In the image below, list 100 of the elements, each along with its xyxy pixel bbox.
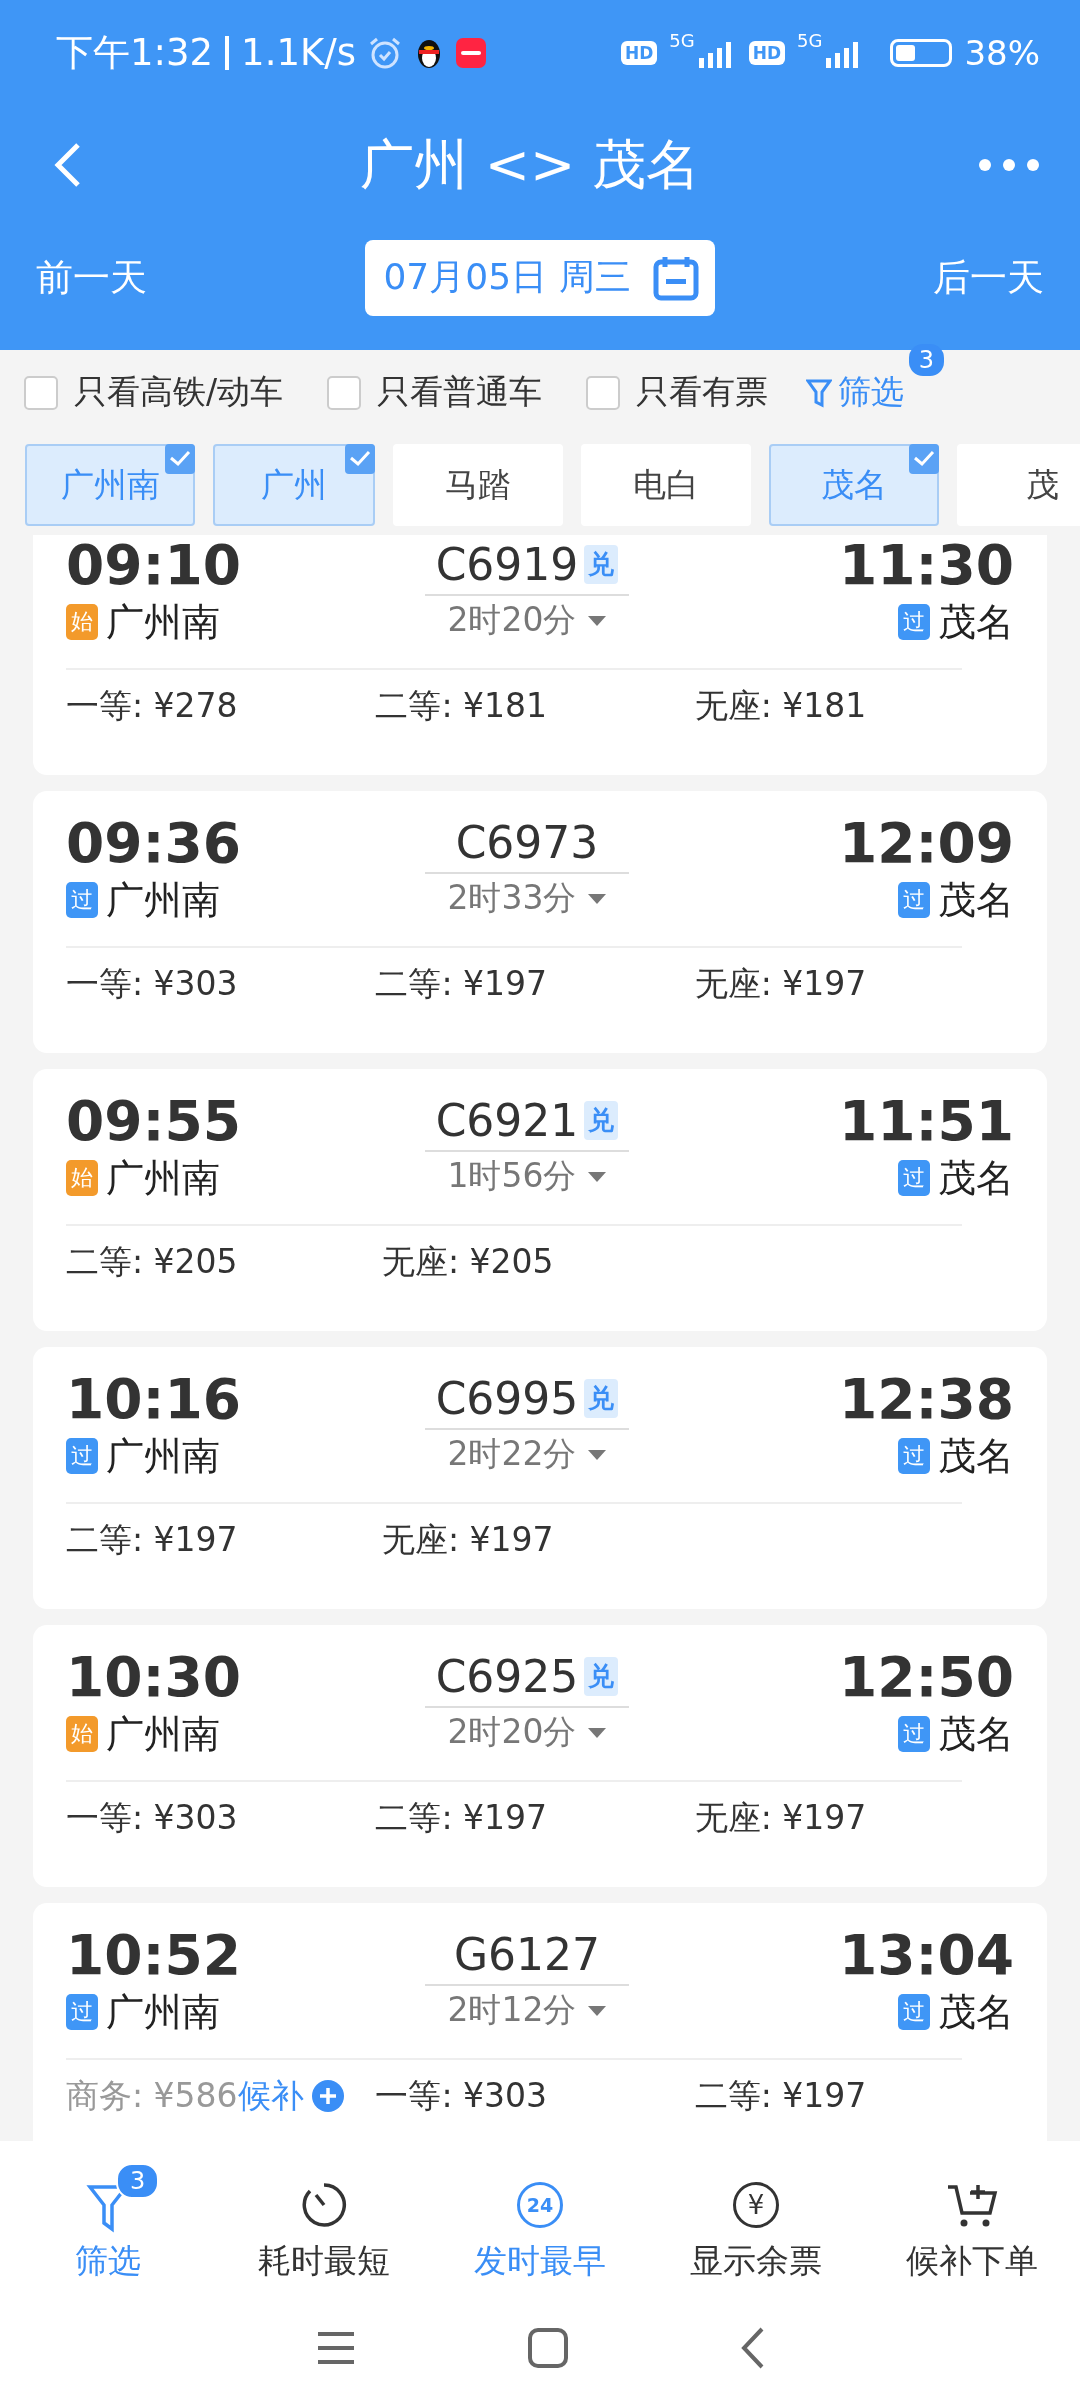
seat-price: 二等: ¥205	[66, 1240, 238, 1283]
toolbar-tab[interactable]: 耗时最短	[224, 2156, 424, 2284]
departure-time: 10:30	[66, 1647, 243, 1709]
dropdown-icon[interactable]	[586, 1448, 607, 1461]
station-badge: 过	[898, 1994, 930, 2031]
alarm-icon	[367, 35, 402, 70]
departure-station: 广州南	[106, 598, 220, 646]
seat-price: 二等: ¥197	[375, 962, 548, 1005]
seat-price: 二等: ¥181	[375, 684, 548, 727]
arrival-time: 12:38	[838, 1369, 1014, 1431]
arrival-station: 茂名	[938, 1710, 1014, 1758]
train-card[interactable]: 09:55 始 广州南 C6921 兑 1时56分 11:51 过 茂名 二等: ¥205 无座: ¥205	[33, 1069, 1047, 1331]
departure-time: 10:16	[66, 1369, 243, 1431]
network-speed: 1.1K/s	[241, 31, 356, 74]
hd-badge: HD	[748, 40, 785, 65]
exchange-badge: 兑	[584, 1379, 619, 1418]
seat-price: 无座: ¥205	[382, 1240, 554, 1283]
station-badge: 过	[898, 1160, 930, 1197]
train-card[interactable]: 10:30 始 广州南 C6925 兑 2时20分 12:50 过 茂名 一等: ¥303 二等: ¥197 无座: ¥197	[33, 1625, 1047, 1887]
seat-price: 一等: ¥303	[375, 2074, 548, 2117]
station-chip[interactable]: 电白	[581, 444, 751, 526]
arrival-time: 13:04	[838, 1925, 1014, 1987]
toolbar-tab[interactable]: 候补下单	[872, 2156, 1072, 2284]
station-badge: 始	[66, 604, 98, 641]
count-badge: 3	[908, 344, 945, 376]
arrival-station: 茂名	[938, 876, 1014, 924]
filter-checkbox[interactable]: 只看高铁/动车	[24, 370, 284, 415]
exchange-badge: 兑	[584, 1657, 619, 1696]
departure-station: 广州南	[106, 1154, 220, 1202]
duration: 2时20分	[447, 1711, 577, 1753]
station-badge: 过	[898, 604, 930, 641]
station-badge: 始	[66, 1160, 98, 1197]
exchange-badge: 兑	[584, 545, 619, 584]
seat-price: 一等: ¥303	[66, 1796, 238, 1839]
seat-price: 一等: ¥278	[66, 684, 238, 727]
calendar-icon	[652, 254, 699, 301]
station-badge: 过	[66, 1994, 98, 2031]
check-icon	[345, 444, 375, 474]
duration: 2时12分	[447, 1989, 577, 2031]
arrival-time: 11:51	[838, 1091, 1014, 1153]
back-icon[interactable]	[52, 142, 82, 188]
duration: 1时56分	[447, 1155, 577, 1197]
arrival-time: 11:30	[838, 535, 1014, 597]
train-card[interactable]: 10:52 过 广州南 G6127 2时12分 13:04 过 茂名 商务: ¥586候补 一等: ¥303 二等: ¥197	[33, 1903, 1047, 2141]
home-icon[interactable]	[527, 2326, 569, 2369]
seat-price: 二等: ¥197	[694, 2074, 867, 2117]
station-badge: 过	[66, 1438, 98, 1475]
dropdown-icon[interactable]	[586, 614, 607, 627]
train-card[interactable]: 09:10 始 广州南 C6919 兑 2时20分 11:30 过 茂名 一等: ¥278 二等: ¥181 无座: ¥181	[33, 535, 1047, 775]
count-badge: 3	[116, 2162, 160, 2199]
filter-checkbox[interactable]: 只看普通车	[327, 370, 543, 415]
station-badge: 过	[898, 1438, 930, 1475]
timer-icon	[300, 2180, 348, 2229]
app-icon	[455, 37, 486, 68]
seat-price: 无座: ¥197	[694, 1796, 867, 1839]
check-icon	[909, 444, 939, 474]
train-number: G6127	[453, 1929, 601, 1980]
arrival-station: 茂名	[938, 1988, 1014, 2036]
battery-icon	[890, 38, 953, 67]
departure-time: 09:55	[66, 1091, 243, 1153]
toolbar-tab[interactable]: ¥ 显示余票	[656, 2156, 856, 2284]
clock-icon: 24	[517, 2181, 563, 2228]
duration: 2时33分	[447, 877, 577, 919]
train-number: C6921	[435, 1095, 579, 1146]
departure-station: 广州南	[106, 876, 220, 924]
seat-price: 商务: ¥586	[66, 2074, 238, 2117]
train-card[interactable]: 10:16 过 广州南 C6995 兑 2时22分 12:38 过 茂名 二等: ¥197 无座: ¥197	[33, 1347, 1047, 1609]
departure-station: 广州南	[106, 1710, 220, 1758]
seat-price: 无座: ¥181	[694, 684, 867, 727]
train-number: C6995	[435, 1373, 579, 1424]
duration: 2时20分	[447, 599, 577, 641]
duration: 2时22分	[447, 1433, 577, 1475]
dropdown-icon[interactable]	[586, 2004, 607, 2017]
train-number: C6925	[435, 1651, 579, 1702]
hd-badge: HD	[620, 40, 658, 65]
more-icon[interactable]	[978, 158, 1040, 172]
network-type: 5G	[669, 30, 695, 51]
arrival-station: 茂名	[938, 598, 1014, 646]
departure-station: 广州南	[106, 1432, 220, 1480]
station-chip[interactable]: 马踏	[393, 444, 563, 526]
seat-price: 二等: ¥197	[66, 1518, 238, 1561]
filter-checkbox[interactable]: 只看有票	[586, 370, 769, 415]
train-card[interactable]: 09:36 过 广州南 C6973 2时33分 12:09 过 茂名 一等: ¥303 二等: ¥197 无座: ¥197	[33, 791, 1047, 1053]
departure-station: 广州南	[106, 1988, 220, 2036]
plus-icon[interactable]	[311, 2080, 344, 2113]
arrival-station: 茂名	[938, 1154, 1014, 1202]
yen-icon: ¥	[733, 2181, 779, 2228]
battery-percent: 38%	[964, 32, 1040, 73]
dropdown-icon[interactable]	[586, 892, 607, 905]
station-badge: 过	[898, 882, 930, 919]
funnel-icon	[806, 377, 833, 408]
route-title: 广州 <> 茂名	[358, 131, 702, 198]
station-chip[interactable]: 茂	[957, 444, 1080, 526]
train-number: C6919	[435, 539, 579, 590]
station-badge: 过	[898, 1716, 930, 1753]
dropdown-icon[interactable]	[586, 1726, 607, 1739]
dropdown-icon[interactable]	[586, 1170, 607, 1183]
seat-price: 无座: ¥197	[382, 1518, 554, 1561]
station-badge: 始	[66, 1716, 98, 1753]
arrival-time: 12:09	[838, 813, 1014, 875]
